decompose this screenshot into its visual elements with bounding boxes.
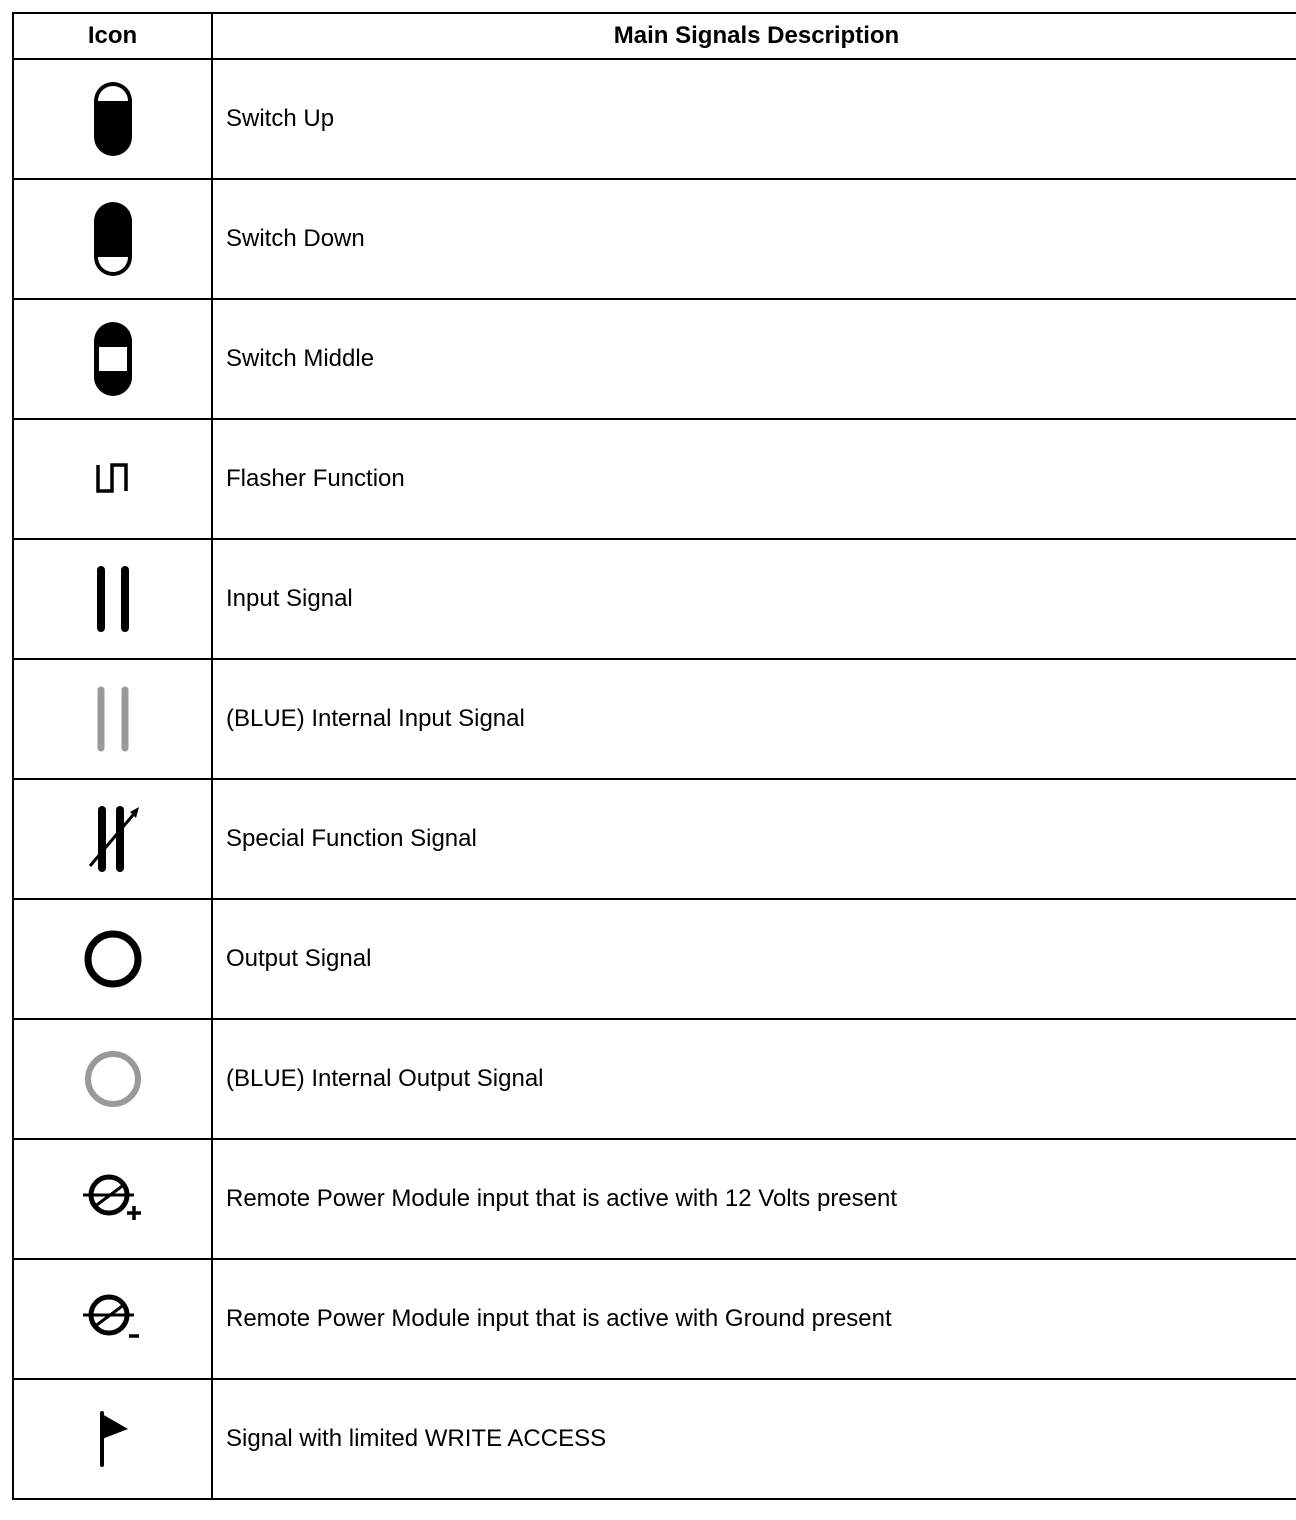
write-access-flag-icon (99, 1411, 128, 1467)
icon-cell (12, 1378, 213, 1500)
rpm-input-12v-icon (82, 1174, 141, 1220)
switch-down-icon (93, 202, 132, 276)
description-cell: Output Signal (211, 898, 1296, 1020)
table-row: Output Signal (12, 898, 1296, 1020)
rpm-input-ground-icon (82, 1294, 139, 1338)
icon-cell (12, 538, 213, 660)
table-row: Switch Up (12, 58, 1296, 180)
icon-cell (12, 778, 213, 900)
description-cell: Remote Power Module input that is active… (211, 1138, 1296, 1260)
header-row: Icon Main Signals Description (12, 12, 1296, 60)
icon-cell (12, 898, 213, 1020)
input-signal-icon (96, 566, 129, 632)
flasher-icon (95, 463, 128, 493)
special-function-signal-icon (88, 806, 139, 872)
icon-cell (12, 178, 213, 300)
switch-up-icon (93, 82, 132, 156)
description-cell: Remote Power Module input that is active… (211, 1258, 1296, 1380)
icon-cell (12, 58, 213, 180)
table-row: Switch Down (12, 178, 1296, 300)
description-cell: Signal with limited WRITE ACCESS (211, 1378, 1296, 1500)
description-cell: Flasher Function (211, 418, 1296, 540)
icon-cell (12, 298, 213, 420)
icon-cell (12, 658, 213, 780)
table-row: Remote Power Module input that is active… (12, 1258, 1296, 1380)
switch-middle-icon (93, 322, 132, 396)
legend-table: Icon Main Signals Description Switch Up (12, 12, 1296, 1500)
description-cell: Input Signal (211, 538, 1296, 660)
description-column-header: Main Signals Description (211, 12, 1296, 60)
icon-column-header: Icon (12, 12, 213, 60)
internal-input-signal-icon (97, 686, 128, 752)
table-row: (BLUE) Internal Input Signal (12, 658, 1296, 780)
table-row: Input Signal (12, 538, 1296, 660)
output-signal-icon (84, 930, 141, 988)
table-row: Special Function Signal (12, 778, 1296, 900)
icon-cell (12, 1138, 213, 1260)
description-cell: Switch Up (211, 58, 1296, 180)
icon-cell (12, 1018, 213, 1140)
table-row: (BLUE) Internal Output Signal (12, 1018, 1296, 1140)
table-row: Switch Middle (12, 298, 1296, 420)
icon-cell (12, 1258, 213, 1380)
icon-cell (12, 418, 213, 540)
description-cell: Switch Down (211, 178, 1296, 300)
description-cell: (BLUE) Internal Output Signal (211, 1018, 1296, 1140)
description-cell: Special Function Signal (211, 778, 1296, 900)
description-cell: (BLUE) Internal Input Signal (211, 658, 1296, 780)
internal-output-signal-icon (84, 1051, 141, 1107)
table-row: Flasher Function (12, 418, 1296, 540)
description-cell: Switch Middle (211, 298, 1296, 420)
signals-legend-table: Icon Main Signals Description Switch Up (12, 12, 1296, 1500)
table-row: Signal with limited WRITE ACCESS (12, 1378, 1296, 1500)
table-row: Remote Power Module input that is active… (12, 1138, 1296, 1260)
